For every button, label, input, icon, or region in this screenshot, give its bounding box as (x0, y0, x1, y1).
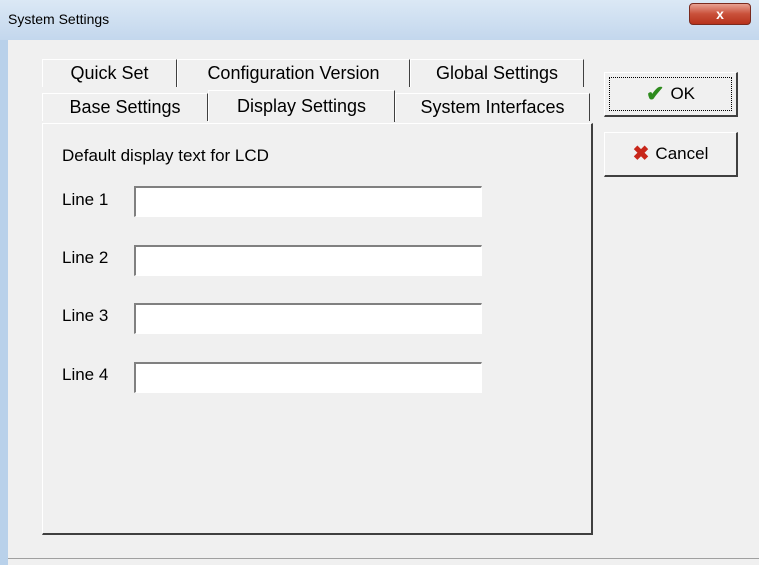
line-4-input[interactable] (134, 362, 482, 393)
tab-label: System Interfaces (420, 97, 565, 117)
line-2-input[interactable] (134, 245, 482, 276)
tab-label: Display Settings (236, 96, 367, 116)
display-settings-panel: Default display text for LCD Line 1 Line… (42, 123, 593, 535)
title-bar[interactable]: System Settings x (0, 0, 759, 40)
close-button[interactable]: x (689, 3, 751, 25)
x-icon: ✖ (632, 143, 650, 165)
tab-quick-set[interactable]: Quick Set (42, 59, 177, 87)
tab-display-settings[interactable]: Display Settings (208, 90, 395, 122)
close-icon: x (716, 6, 724, 22)
line-2-label: Line 2 (62, 248, 109, 267)
check-icon: ✔ (646, 81, 665, 106)
bottom-border (8, 558, 759, 559)
panel-heading: Default display text for LCD (62, 146, 269, 165)
system-settings-window: System Settings x Quick Set Configuratio… (0, 0, 759, 565)
ok-button[interactable]: ✔ OK (604, 72, 738, 117)
tab-label: Global Settings (435, 63, 559, 83)
cancel-button-label: Cancel (655, 144, 709, 163)
cancel-button[interactable]: ✖ Cancel (604, 132, 738, 177)
tab-global-settings[interactable]: Global Settings (410, 59, 584, 87)
tab-label: Quick Set (70, 63, 149, 83)
tab-label: Base Settings (69, 97, 181, 117)
window-title: System Settings (8, 11, 110, 27)
dialog-client-area: Quick Set Configuration Version Global S… (8, 40, 759, 565)
tab-base-settings[interactable]: Base Settings (42, 93, 208, 121)
line-4-label: Line 4 (62, 365, 109, 384)
tab-configuration-version[interactable]: Configuration Version (177, 59, 410, 87)
tab-label: Configuration Version (207, 63, 380, 83)
tab-system-interfaces[interactable]: System Interfaces (395, 93, 590, 121)
line-1-label: Line 1 (62, 190, 109, 209)
line-3-input[interactable] (134, 303, 482, 334)
ok-button-label: OK (670, 84, 695, 103)
line-3-label: Line 3 (62, 306, 109, 325)
line-1-input[interactable] (134, 186, 482, 217)
